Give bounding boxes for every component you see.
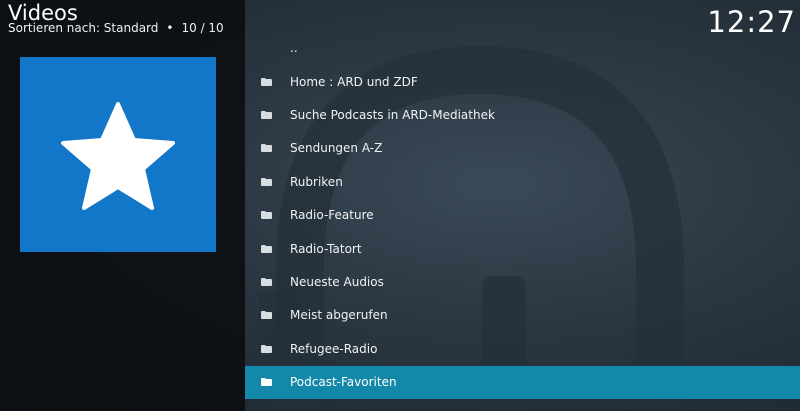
list-item[interactable]: Refugee-Radio: [245, 332, 800, 365]
folder-icon: [261, 278, 272, 287]
folder-icon: [261, 177, 272, 186]
list-item-label: ..: [290, 41, 298, 55]
sidebar-panel: Videos Sortieren nach: Standard • 10 / 10: [0, 0, 245, 411]
folder-icon: [261, 111, 272, 120]
list-item-label: Podcast-Favoriten: [290, 375, 397, 390]
star-icon: [61, 102, 175, 210]
list-item[interactable]: Neueste Audios: [245, 265, 800, 298]
list-item[interactable]: Suche Podcasts in ARD-Mediathek: [245, 98, 800, 131]
list-item-selected[interactable]: Podcast-Favoriten: [245, 365, 800, 399]
list-item-label: Radio-Tatort: [290, 241, 362, 256]
folder-icon: [261, 311, 272, 320]
list-item[interactable]: Sendungen A-Z: [245, 132, 800, 165]
separator-dot: •: [166, 21, 174, 35]
list-item-label: Home : ARD und ZDF: [290, 74, 418, 89]
item-count: 10 / 10: [181, 21, 224, 35]
list-item[interactable]: Radio-Tatort: [245, 232, 800, 265]
file-list: .. Home : ARD und ZDF Suche Podcasts in …: [245, 31, 800, 399]
list-item[interactable]: Meist abgerufen: [245, 299, 800, 332]
folder-icon: [261, 244, 272, 253]
list-item-label: Sendungen A-Z: [290, 141, 383, 156]
sort-label[interactable]: Sortieren nach: Standard: [8, 21, 158, 35]
list-item-label: Neueste Audios: [290, 275, 384, 290]
folder-icon: [261, 77, 272, 86]
folder-icon: [261, 144, 272, 153]
list-item-parent[interactable]: ..: [245, 31, 800, 65]
folder-icon: [261, 378, 272, 387]
sort-info: Sortieren nach: Standard • 10 / 10: [8, 20, 224, 36]
list-item-label: Suche Podcasts in ARD-Mediathek: [290, 108, 495, 123]
list-item-label: Refugee-Radio: [290, 341, 378, 356]
list-item-label: Radio-Feature: [290, 208, 374, 223]
thumbnail: [20, 57, 216, 252]
list-item-label: Meist abgerufen: [290, 308, 388, 323]
folder-icon: [261, 344, 272, 353]
list-item[interactable]: Rubriken: [245, 165, 800, 198]
list-item-label: Rubriken: [290, 174, 343, 189]
folder-icon: [261, 211, 272, 220]
list-item[interactable]: Radio-Feature: [245, 199, 800, 232]
list-item[interactable]: Home : ARD und ZDF: [245, 65, 800, 98]
